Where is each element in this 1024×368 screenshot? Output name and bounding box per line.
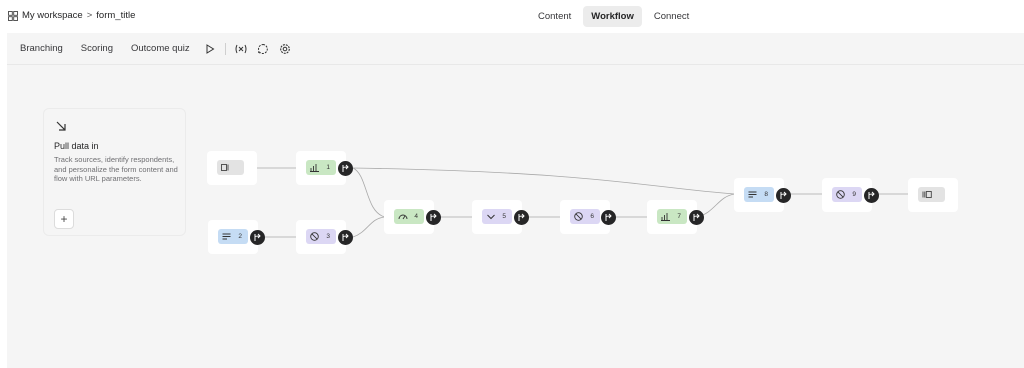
branch-icon[interactable] [338,161,353,176]
question-number: 4 [414,213,418,220]
block-icon [574,212,583,221]
end-screen-pill [918,187,945,202]
rating-icon [310,164,319,172]
branch-icon[interactable] [338,230,353,245]
question-number: 5 [502,213,506,220]
question-pill-2: 2 [218,229,248,244]
branch-icon[interactable] [864,188,879,203]
block-icon [836,190,845,199]
branch-icon[interactable] [250,230,265,245]
connector-1-to-8 [352,167,736,195]
question-pill-8: 8 [744,187,774,202]
branch-icon[interactable] [776,188,791,203]
block-icon [310,232,319,241]
text-icon [222,233,231,240]
question-pill-1: 1 [306,160,336,175]
branch-icon[interactable] [514,210,529,225]
welcome-screen-pill [217,160,244,175]
connector-1-to-4 [352,167,386,218]
branch-icon[interactable] [426,210,441,225]
question-number: 8 [764,191,768,198]
question-number: 2 [238,233,242,240]
branch-icon[interactable] [689,210,704,225]
question-number: 7 [677,213,681,220]
question-pill-5: 5 [482,209,512,224]
question-pill-4: 4 [394,209,424,224]
question-pill-9: 9 [832,187,862,202]
end-screen-icon [922,191,932,198]
question-number: 9 [852,191,856,198]
question-pill-6: 6 [570,209,600,224]
dropdown-icon [487,214,495,220]
question-pill-3: 3 [306,229,336,244]
question-pill-7: 7 [657,209,687,224]
question-number: 3 [326,233,330,240]
text-icon [748,191,757,198]
rating-icon [661,213,670,221]
welcome-screen-icon [221,164,229,171]
connector-3-to-4 [352,216,386,238]
question-number: 1 [326,164,330,171]
question-number: 6 [590,213,594,220]
welcome-screen-node[interactable] [207,151,257,185]
end-screen-node[interactable] [908,178,958,212]
branch-icon[interactable] [601,210,616,225]
gauge-icon [398,214,408,220]
